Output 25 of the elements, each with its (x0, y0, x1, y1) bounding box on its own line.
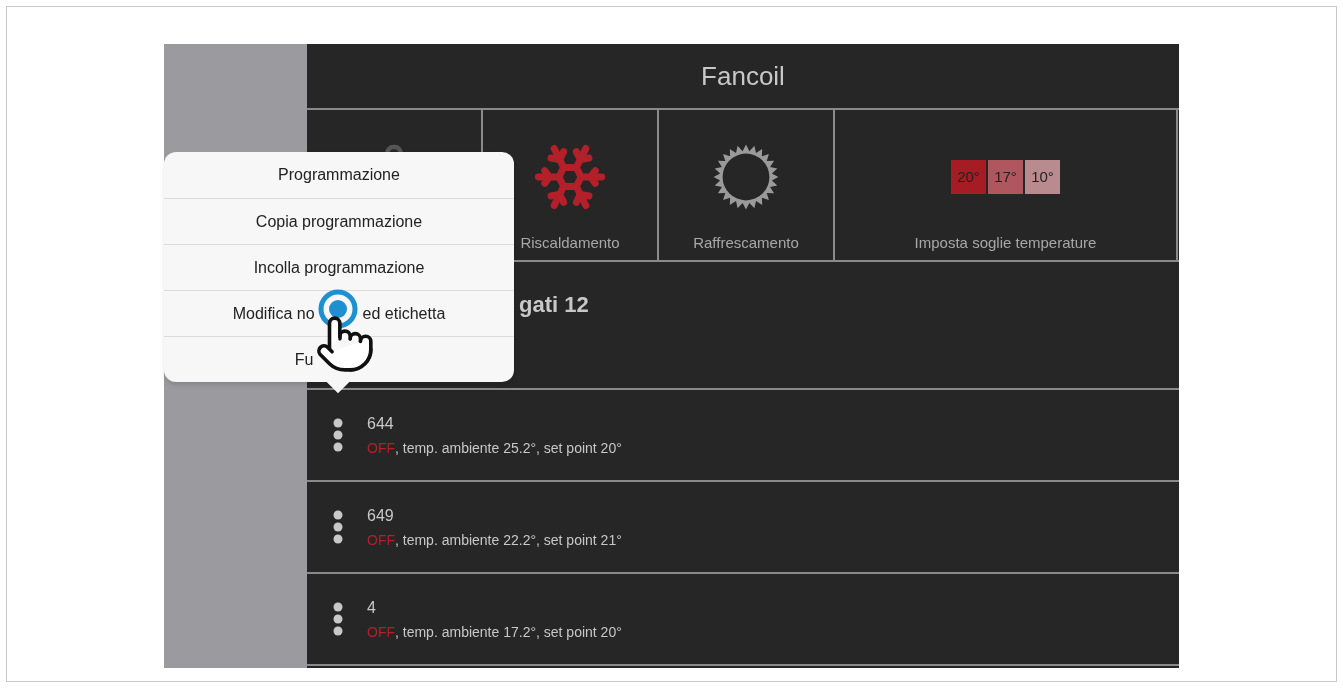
device-row[interactable]: 649 OFF, temp. ambiente 22.2°, set point 21° (307, 482, 1179, 574)
threshold-swatch[interactable]: 10° (1025, 160, 1060, 194)
device-row[interactable]: 644 OFF, temp. ambiente 25.2°, set point 20° (307, 390, 1179, 482)
mode-tile[interactable]: 20° 17° 10° Imposta soglie temperature (835, 110, 1178, 260)
more-vertical-icon[interactable] (333, 510, 343, 544)
device-status: OFF (367, 622, 395, 642)
tile-label: Raffrescamento (693, 232, 799, 253)
more-vertical-icon[interactable] (333, 418, 343, 452)
mode-tile[interactable]: Raffrescamento (659, 110, 835, 260)
device-name: 644 (367, 413, 395, 434)
more-vertical-icon[interactable] (333, 602, 343, 636)
menu-item[interactable]: Incolla programmazione (164, 244, 514, 290)
device-row[interactable]: 4 OFF, temp. ambiente 17.2°, set point 20° (307, 574, 1179, 666)
device-details: , temp. ambiente 25.2°, set point 20° (395, 438, 622, 458)
device-details: , temp. ambiente 17.2°, set point 20° (395, 622, 622, 642)
tile-label: Riscaldamento (520, 232, 620, 253)
device-name: 649 (367, 505, 395, 526)
device-status: OFF (367, 438, 395, 458)
section-heading: gati 12 (519, 292, 589, 317)
window-title: Fancoil (701, 59, 785, 93)
menu-item[interactable]: Copia programmazione (164, 198, 514, 244)
device-details: , temp. ambiente 22.2°, set point 21° (395, 530, 622, 550)
tile-label: Imposta soglie temperature (914, 232, 1097, 253)
device-name: 4 (367, 597, 377, 618)
device-status: OFF (367, 530, 395, 550)
